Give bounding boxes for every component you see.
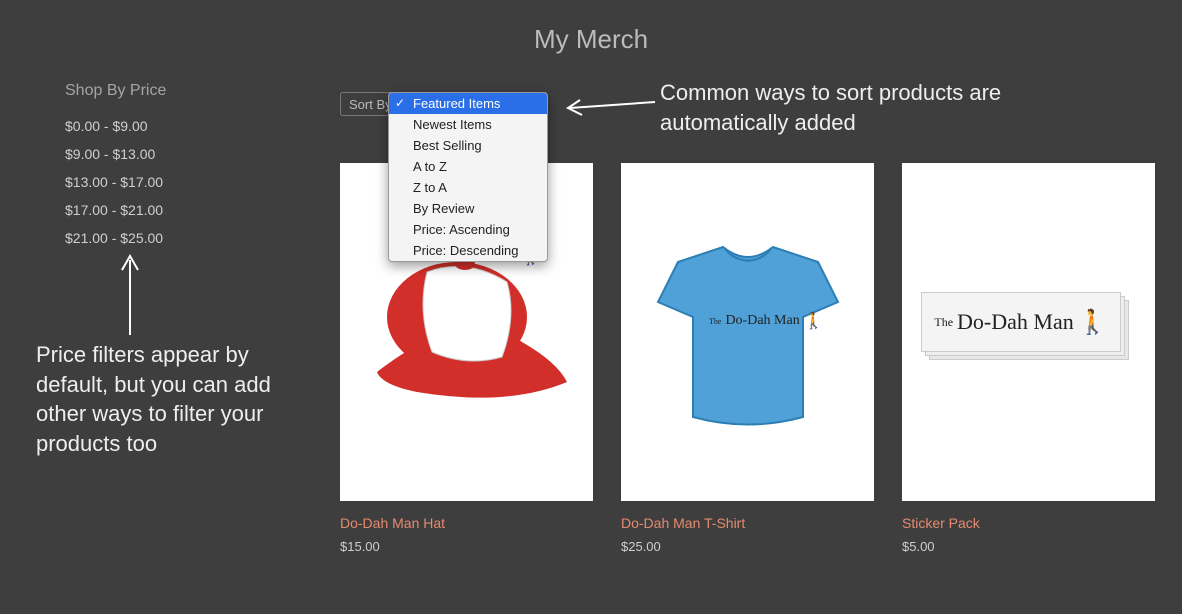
- logo-the: The: [934, 315, 953, 330]
- annotation-filter-note: Price filters appear by default, but you…: [36, 340, 296, 459]
- sort-option-label: A to Z: [413, 159, 447, 174]
- logo-name: Do-Dah Man: [725, 313, 799, 329]
- traveler-icon: 🚶: [804, 311, 824, 331]
- product-card[interactable]: The Do-Dah Man 🚶 Sticker Pack $5.00: [902, 163, 1155, 554]
- sticker-stack: The Do-Dah Man 🚶: [921, 292, 1136, 372]
- product-image: The Do-Dah Man 🚶: [902, 163, 1155, 501]
- check-icon: ✓: [395, 96, 405, 110]
- product-name[interactable]: Do-Dah Man T-Shirt: [621, 515, 874, 531]
- annotation-sort-note: Common ways to sort products are automat…: [660, 78, 1090, 137]
- price-range-link[interactable]: $13.00 - $17.00: [65, 174, 265, 190]
- product-price: $15.00: [340, 539, 593, 554]
- sort-option-label: Newest Items: [413, 117, 492, 132]
- price-range-link[interactable]: $9.00 - $13.00: [65, 146, 265, 162]
- page-title: My Merch: [0, 0, 1182, 55]
- product-price: $25.00: [621, 539, 874, 554]
- traveler-icon: 🚶: [1078, 308, 1108, 337]
- sort-option-ztoa[interactable]: Z to A: [389, 177, 547, 198]
- price-range-link[interactable]: $21.00 - $25.00: [65, 230, 265, 246]
- price-range-link[interactable]: $0.00 - $9.00: [65, 118, 265, 134]
- sort-option-atoz[interactable]: A to Z: [389, 156, 547, 177]
- tshirt-icon: [638, 222, 858, 442]
- sort-option-bestselling[interactable]: Best Selling: [389, 135, 547, 156]
- sort-option-label: Featured Items: [413, 96, 500, 111]
- sort-option-review[interactable]: By Review: [389, 198, 547, 219]
- sort-option-label: Best Selling: [413, 138, 482, 153]
- product-card[interactable]: The Do-Dah Man 🚶 Do-Dah Man T-Shirt $25.…: [621, 163, 874, 554]
- sort-control: Sort By ✓ Featured Items Newest Items Be…: [340, 92, 410, 116]
- sort-option-price-desc[interactable]: Price: Descending: [389, 240, 547, 261]
- product-price: $5.00: [902, 539, 1155, 554]
- brand-logo: The Do-Dah Man 🚶: [934, 308, 1107, 337]
- sort-option-label: Price: Descending: [413, 243, 519, 258]
- product-name[interactable]: Do-Dah Man Hat: [340, 515, 593, 531]
- price-range-link[interactable]: $17.00 - $21.00: [65, 202, 265, 218]
- brand-logo: The Do-Dah Man 🚶: [709, 311, 824, 331]
- arrow-icon: [115, 250, 145, 340]
- sort-option-price-asc[interactable]: Price: Ascending: [389, 219, 547, 240]
- filter-sidebar: Shop By Price $0.00 - $9.00 $9.00 - $13.…: [65, 82, 265, 258]
- sort-dropdown: ✓ Featured Items Newest Items Best Selli…: [388, 92, 548, 262]
- logo-the: The: [709, 317, 721, 326]
- filter-heading: Shop By Price: [65, 82, 265, 100]
- main-content: Sort By ✓ Featured Items Newest Items Be…: [340, 92, 1160, 554]
- arrow-icon: [560, 90, 660, 120]
- logo-name: Do-Dah Man: [957, 309, 1074, 335]
- product-image: The Do-Dah Man 🚶: [621, 163, 874, 501]
- sort-option-label: Price: Ascending: [413, 222, 510, 237]
- sort-option-label: Z to A: [413, 180, 447, 195]
- sort-option-newest[interactable]: Newest Items: [389, 114, 547, 135]
- product-name[interactable]: Sticker Pack: [902, 515, 1155, 531]
- sort-option-featured[interactable]: ✓ Featured Items: [389, 93, 547, 114]
- sort-option-label: By Review: [413, 201, 474, 216]
